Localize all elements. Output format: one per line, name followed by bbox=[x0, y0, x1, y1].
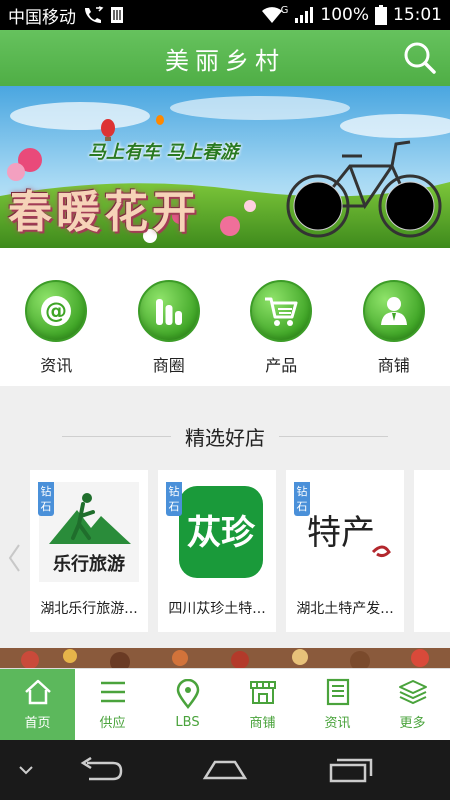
tab-home[interactable]: 首页 bbox=[0, 669, 75, 740]
shop-name: 湖北乐行旅游... bbox=[40, 601, 138, 617]
banner-slogan: 马上有车 马上春游 bbox=[88, 142, 239, 163]
shop-card[interactable]: 钻石 乐行旅游 湖北乐行旅游... bbox=[30, 470, 148, 632]
store-icon bbox=[249, 681, 276, 704]
shop-card[interactable]: 钻石 苁珍 四川苁珍土特... bbox=[158, 470, 276, 632]
tab-label: 首页 bbox=[24, 716, 51, 731]
tab-news[interactable]: 资讯 bbox=[300, 669, 375, 740]
tab-label: 商铺 bbox=[249, 716, 276, 731]
shop-logo-text: 苁珍 bbox=[187, 513, 256, 553]
home-outline-icon bbox=[202, 760, 248, 780]
category-business-district[interactable]: 商圈 bbox=[129, 280, 209, 376]
shop-logo-text: 特产 bbox=[307, 513, 375, 553]
system-nav-bar bbox=[0, 740, 450, 800]
recent-apps-button[interactable] bbox=[328, 750, 374, 790]
bar-chart-icon bbox=[155, 299, 182, 325]
diamond-badge: 钻石 bbox=[166, 482, 182, 516]
tab-label: 供应 bbox=[99, 716, 126, 731]
diamond-badge: 钻石 bbox=[38, 482, 54, 516]
divider bbox=[279, 436, 388, 437]
layers-icon bbox=[398, 680, 427, 705]
category-row: @ 资讯 商圈 产品 商铺 bbox=[0, 248, 450, 386]
recent-apps-icon bbox=[329, 758, 373, 783]
carrier-label: 中国移动 bbox=[8, 7, 76, 28]
location-pin-icon bbox=[176, 679, 199, 709]
category-label: 商铺 bbox=[377, 356, 410, 375]
hide-nav-button[interactable] bbox=[14, 750, 38, 790]
shop-logo: 特产 bbox=[295, 482, 395, 582]
featured-shops-section: 精选好店 钻石 乐行旅游 湖北乐行旅游... 钻石 苁珍 四川苁珍土特... 钻… bbox=[0, 386, 450, 648]
divider bbox=[62, 436, 171, 437]
carousel-prev-button[interactable] bbox=[4, 538, 24, 578]
shop-card-partial[interactable] bbox=[414, 470, 450, 632]
tab-label: 资讯 bbox=[324, 716, 351, 731]
clock: 15:01 bbox=[393, 5, 442, 25]
sim-card-icon bbox=[110, 6, 124, 24]
bottom-tab-bar: 首页 供应 LBS 商铺 资讯 更多 bbox=[0, 668, 450, 740]
section-title: 精选好店 bbox=[185, 426, 265, 450]
tab-shops[interactable]: 商铺 bbox=[225, 669, 300, 740]
at-icon: @ bbox=[41, 296, 72, 326]
shop-logo: 乐行旅游 bbox=[39, 482, 139, 582]
phone-signal-icon bbox=[82, 6, 104, 24]
tab-label: 更多 bbox=[399, 716, 426, 731]
tab-more[interactable]: 更多 bbox=[375, 669, 450, 740]
back-button[interactable] bbox=[76, 750, 124, 790]
decorative-image-strip bbox=[0, 648, 450, 668]
back-arrow-icon bbox=[80, 757, 123, 781]
shop-carousel: 钻石 乐行旅游 湖北乐行旅游... 钻石 苁珍 四川苁珍土特... 钻石 特产 … bbox=[30, 470, 450, 632]
shop-card[interactable]: 钻石 特产 湖北土特产发... bbox=[286, 470, 404, 632]
chevron-left-icon bbox=[8, 544, 20, 572]
diamond-badge: 钻石 bbox=[294, 482, 310, 516]
status-bar: 中国移动 G 100% 15:01 bbox=[0, 0, 450, 30]
promo-banner[interactable]: 马上有车 马上春游 春暖花开 bbox=[0, 86, 450, 248]
list-icon bbox=[100, 681, 125, 703]
chevron-down-icon bbox=[19, 766, 33, 775]
page-title: 美丽乡村 bbox=[165, 46, 285, 75]
tab-label: LBS bbox=[175, 715, 200, 730]
category-shops[interactable]: 商铺 bbox=[354, 280, 434, 376]
search-button[interactable] bbox=[400, 38, 440, 78]
battery-icon bbox=[375, 5, 387, 25]
home-button[interactable] bbox=[200, 750, 250, 790]
category-news[interactable]: @ 资讯 bbox=[16, 280, 96, 376]
wifi-icon bbox=[261, 6, 283, 24]
tab-supply[interactable]: 供应 bbox=[75, 669, 150, 740]
shop-logo: 苁珍 bbox=[167, 482, 267, 582]
home-icon bbox=[24, 679, 51, 705]
category-products[interactable]: 产品 bbox=[241, 280, 321, 376]
app-header: 美丽乡村 bbox=[0, 30, 450, 86]
banner-headline: 春暖花开 bbox=[8, 187, 200, 238]
shop-logo-text: 乐行旅游 bbox=[53, 553, 125, 575]
cart-icon bbox=[265, 297, 298, 326]
category-label: 产品 bbox=[265, 356, 298, 375]
document-icon bbox=[326, 678, 349, 706]
search-icon bbox=[404, 42, 436, 74]
user-icon bbox=[380, 297, 407, 325]
svg-text:@: @ bbox=[45, 299, 67, 324]
category-label: 资讯 bbox=[40, 356, 73, 375]
battery-percent: 100% bbox=[320, 5, 369, 25]
network-type-label: G bbox=[280, 4, 289, 16]
shop-name: 四川苁珍土特... bbox=[168, 601, 266, 617]
shop-name: 湖北土特产发... bbox=[296, 601, 394, 617]
cell-signal-icon bbox=[294, 6, 314, 24]
tab-lbs[interactable]: LBS bbox=[150, 669, 225, 740]
category-label: 商圈 bbox=[152, 356, 185, 375]
